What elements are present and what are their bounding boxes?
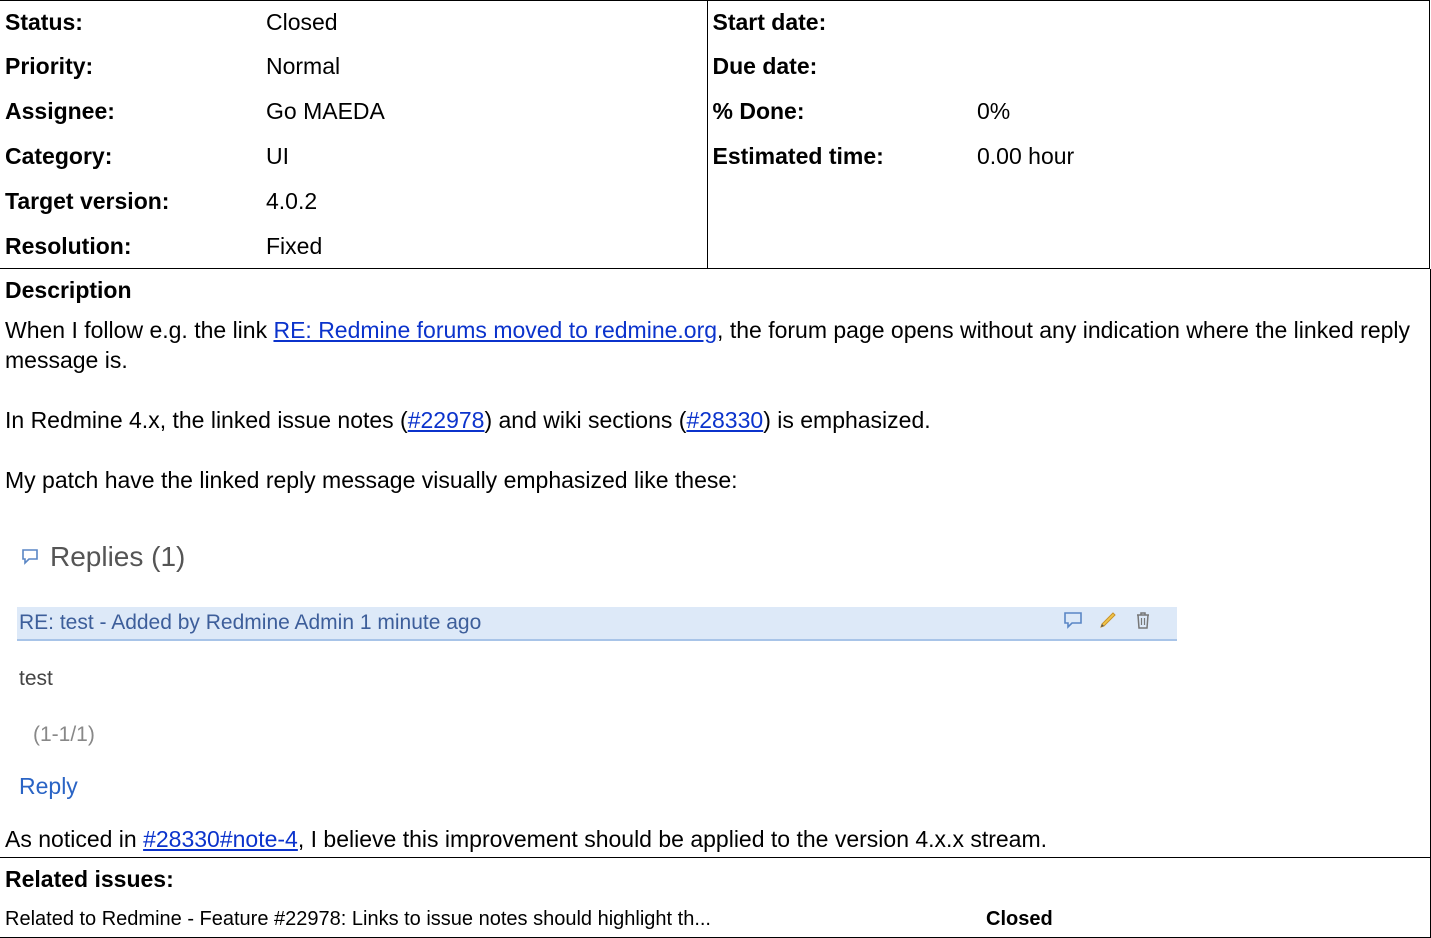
replies-heading: Replies (1)	[20, 541, 185, 573]
text: , I believe this improvement should be a…	[297, 826, 1048, 852]
description-title: Description	[5, 277, 132, 303]
done-ratio-label: % Done:	[712, 98, 805, 124]
priority-label: Priority:	[5, 53, 94, 79]
done-ratio-value: 0%	[977, 98, 1011, 124]
reply-actions	[1062, 608, 1154, 632]
category-label: Category:	[5, 143, 113, 169]
reply-header: RE: test - Added by Redmine Admin 1 minu…	[19, 611, 482, 634]
status-value: Closed	[261, 0, 708, 44]
issue-link-28330[interactable]: #28330	[686, 407, 763, 433]
issue-link-22978[interactable]: #22978	[408, 407, 485, 433]
assignee-value: Go MAEDA	[261, 89, 708, 134]
description-paragraph: In Redmine 4.x, the linked issue notes (…	[5, 405, 1418, 435]
note-link-28330-4[interactable]: #28330#note-4	[143, 826, 298, 852]
forum-message-link[interactable]: RE: Redmine forums moved to redmine.org	[273, 317, 717, 343]
replies-title: Replies (1)	[50, 541, 186, 572]
status-label: Status:	[5, 8, 83, 35]
related-issue-text[interactable]: Related to Redmine - Feature #22978: Lin…	[5, 908, 711, 930]
delete-icon[interactable]	[1132, 609, 1154, 631]
related-issue-status: Closed	[986, 908, 1053, 930]
start-date-label: Start date:	[712, 8, 827, 35]
resolution-value: Fixed	[261, 224, 708, 269]
text: In Redmine 4.x, the linked issue notes (	[5, 407, 408, 433]
text: ) is emphasized.	[763, 407, 931, 433]
start-date-value	[972, 0, 1431, 44]
text: As noticed in	[5, 826, 144, 852]
text: When I follow e.g. the link	[5, 317, 274, 343]
comment-icon	[22, 549, 38, 565]
resolution-label: Resolution:	[5, 233, 132, 259]
category-value: UI	[261, 134, 708, 179]
pagination: (1-1/1)	[33, 723, 95, 746]
related-issues-title: Related issues:	[5, 866, 174, 892]
attribute-row: Assignee: Go MAEDA % Done: 0%	[0, 89, 1431, 134]
estimated-time-label: Estimated time:	[712, 143, 884, 169]
assignee-label: Assignee:	[5, 98, 115, 124]
estimated-time-value: 0.00 hour	[977, 143, 1075, 169]
priority-value: Normal	[261, 44, 708, 89]
attribute-row: Target version: 4.0.2	[0, 179, 1431, 224]
due-date-label: Due date:	[712, 53, 818, 79]
related-issue-row[interactable]: Related to Redmine - Feature #22978: Lin…	[5, 908, 1405, 931]
target-version-label: Target version:	[5, 188, 170, 214]
quote-icon[interactable]	[1062, 609, 1084, 631]
edit-icon[interactable]	[1096, 608, 1120, 632]
attribute-row: Resolution: Fixed	[0, 224, 1431, 269]
due-date-value	[972, 44, 1431, 89]
related-issues-section: Related issues: Related to Redmine - Fea…	[0, 858, 1431, 938]
text: ) and wiki sections (	[484, 407, 687, 433]
description-paragraph: As noticed in #28330#note-4, I believe t…	[5, 824, 1418, 854]
target-version-value: 4.0.2	[261, 179, 708, 224]
description-section: Description When I follow e.g. the link …	[0, 269, 1431, 858]
issue-attributes: Status: Closed Start date: Priority: Nor…	[0, 0, 1431, 269]
description-paragraph: My patch have the linked reply message v…	[5, 467, 738, 493]
attribute-row: Status: Closed Start date:	[0, 0, 1431, 44]
reply-link[interactable]: Reply	[19, 773, 78, 800]
description-paragraph: When I follow e.g. the link RE: Redmine …	[5, 315, 1418, 375]
attribute-row: Category: UI Estimated time: 0.00 hour	[0, 134, 1431, 179]
attribute-row: Priority: Normal Due date:	[0, 44, 1431, 89]
reply-body: test	[19, 667, 53, 690]
